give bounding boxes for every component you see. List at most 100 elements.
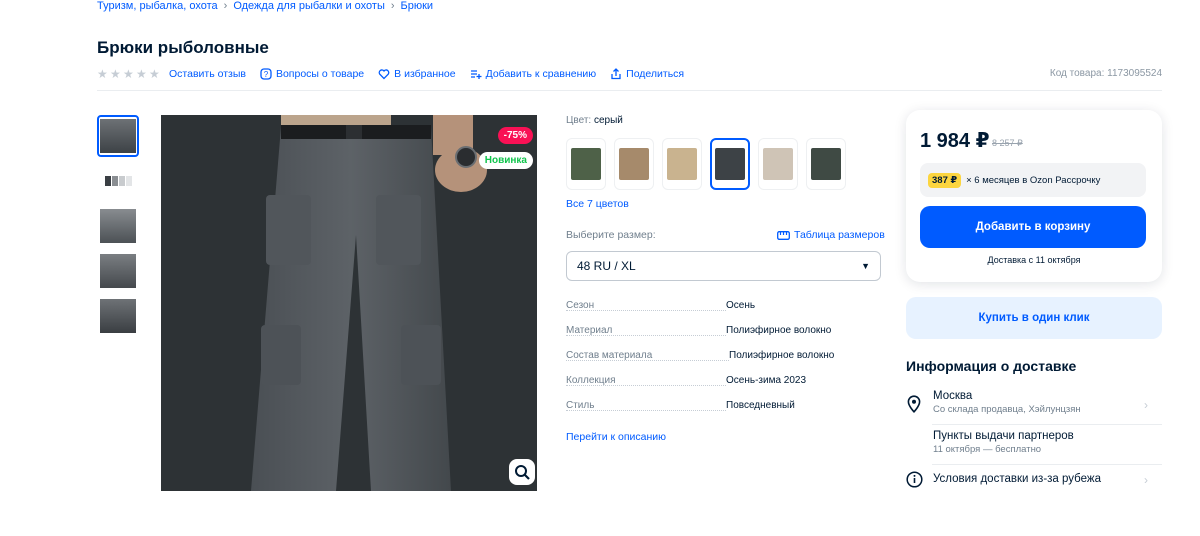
property-row: Стиль Повседневный xyxy=(566,400,881,411)
property-key: Стиль xyxy=(566,400,726,411)
color-value: серый xyxy=(593,115,623,126)
delivery-city-row[interactable]: Москва Со склада продавца, Хэйлунцзян › xyxy=(906,390,1162,424)
property-row: Сезон Осень xyxy=(566,300,881,311)
thumbnail-image xyxy=(100,209,136,243)
share-label: Поделиться xyxy=(626,68,685,80)
color-swatch[interactable] xyxy=(758,138,798,190)
all-colors-link[interactable]: Все 7 цветов xyxy=(566,198,629,210)
rating-stars[interactable]: ★ ★ ★ ★ ★ xyxy=(97,68,161,80)
size-label: Выберите размер: xyxy=(566,229,656,241)
thumbnail-image xyxy=(100,119,136,153)
zoom-icon xyxy=(515,465,530,480)
thumbnail[interactable] xyxy=(97,295,139,337)
pants-illustration xyxy=(161,115,537,491)
thumbnail-image xyxy=(100,254,136,288)
share-link[interactable]: Поделиться xyxy=(610,68,684,80)
abroad-delivery-conditions: Условия доставки из-за рубежа xyxy=(933,473,1101,485)
compare-label: Добавить к сравнению xyxy=(485,68,597,80)
color-swatch[interactable] xyxy=(614,138,654,190)
color-label: Цвет: серый xyxy=(566,115,623,126)
info-icon xyxy=(906,471,923,488)
favorite-label: В избранное xyxy=(394,68,456,80)
swatch-image xyxy=(715,148,745,180)
delivery-abroad-row[interactable]: Условия доставки из-за рубежа › xyxy=(906,471,1162,491)
chevron-right-icon: › xyxy=(223,0,228,12)
compare-icon xyxy=(470,68,482,80)
review-label: Оставить отзыв xyxy=(169,68,246,80)
review-link[interactable]: Оставить отзыв xyxy=(169,68,246,80)
breadcrumb-item-pants[interactable]: Брюки xyxy=(401,0,434,12)
breadcrumb: Туризм, рыбалка, охота › Одежда для рыба… xyxy=(97,0,433,12)
swatch-image xyxy=(763,148,793,180)
property-value: Осень-зима 2023 xyxy=(726,375,807,386)
property-row: Коллекция Осень-зима 2023 xyxy=(566,375,881,386)
color-label-key: Цвет: xyxy=(566,115,592,126)
thumbnail[interactable] xyxy=(97,160,139,202)
color-swatch[interactable] xyxy=(662,138,702,190)
pickup-points: Пункты выдачи партнеров xyxy=(933,430,1074,442)
breadcrumb-item-tourism[interactable]: Туризм, рыбалка, охота xyxy=(97,0,218,12)
ruler-icon xyxy=(777,230,790,240)
page-title: Брюки рыболовные xyxy=(97,38,269,57)
svg-text:?: ? xyxy=(264,70,269,79)
product-actions: ★ ★ ★ ★ ★ Оставить отзыв ? Вопросы о тов… xyxy=(97,66,698,82)
size-selected-value: 48 RU / XL xyxy=(577,259,636,273)
delivery-city: Москва xyxy=(933,390,973,402)
installment-offer[interactable]: 387 ₽ × 6 месяцев в Ozon Рассрочку xyxy=(920,163,1146,197)
star-icon: ★ xyxy=(136,67,147,81)
thumbnail[interactable] xyxy=(97,115,139,157)
color-swatch[interactable] xyxy=(806,138,846,190)
compare-link[interactable]: Добавить к сравнению xyxy=(470,68,597,80)
chevron-right-icon: › xyxy=(390,0,395,12)
location-pin-icon xyxy=(907,395,921,413)
swatch-image xyxy=(619,148,649,180)
new-badge: Новинка xyxy=(478,152,533,169)
heart-icon xyxy=(378,68,390,80)
breadcrumb-item-clothing[interactable]: Одежда для рыбалки и охоты xyxy=(233,0,385,12)
to-description-link[interactable]: Перейти к описанию xyxy=(566,431,666,443)
star-icon: ★ xyxy=(123,67,134,81)
divider xyxy=(932,464,1162,465)
product-code: Код товара: 1173095524 xyxy=(1049,68,1162,79)
image-search-button[interactable] xyxy=(509,459,535,485)
delivery-city-source: Со склада продавца, Хэйлунцзян xyxy=(933,404,1081,415)
property-key: Состав материала xyxy=(566,350,729,361)
property-value: Повседневный xyxy=(726,400,795,411)
star-icon: ★ xyxy=(110,67,121,81)
favorite-link[interactable]: В избранное xyxy=(378,68,456,80)
star-icon: ★ xyxy=(149,67,160,81)
discount-badge: -75% xyxy=(497,127,533,144)
size-table-label: Таблица размеров xyxy=(794,229,885,241)
price-card: 1 984 ₽ 8 257 ₽ 387 ₽ × 6 месяцев в Ozon… xyxy=(906,110,1162,282)
property-row: Материал Полиэфирное волокно xyxy=(566,325,881,336)
thumbnail[interactable] xyxy=(97,205,139,247)
question-icon: ? xyxy=(260,68,272,80)
questions-label: Вопросы о товаре xyxy=(275,68,365,80)
size-table-link[interactable]: Таблица размеров xyxy=(777,229,885,241)
swatch-image xyxy=(667,148,697,180)
property-value: Полиэфирное волокно xyxy=(729,350,835,361)
add-to-cart-button[interactable]: Добавить в корзину xyxy=(920,206,1146,248)
caret-down-icon: ▼ xyxy=(861,261,870,271)
buy-one-click-button[interactable]: Купить в один клик xyxy=(906,297,1162,339)
star-icon: ★ xyxy=(97,67,108,81)
share-icon xyxy=(610,68,622,80)
delivery-pickup-row[interactable]: Пункты выдачи партнеров 11 октября — бес… xyxy=(906,430,1162,464)
thumbnail-image xyxy=(100,299,136,333)
color-swatch[interactable] xyxy=(566,138,606,190)
property-key: Коллекция xyxy=(566,375,726,386)
thumbnail-image xyxy=(104,176,132,186)
divider xyxy=(97,90,1162,91)
delivery-info-heading: Информация о доставке xyxy=(906,358,1077,374)
size-select[interactable]: 48 RU / XL ▼ xyxy=(566,251,881,281)
chevron-right-icon: › xyxy=(1144,473,1148,487)
product-image[interactable]: -75% Новинка xyxy=(161,115,537,491)
swatch-image xyxy=(571,148,601,180)
old-price: 8 257 ₽ xyxy=(992,138,1023,148)
questions-link[interactable]: ? Вопросы о товаре xyxy=(260,68,364,80)
property-key: Сезон xyxy=(566,300,726,311)
color-swatch-selected[interactable] xyxy=(710,138,750,190)
delivery-date: Доставка с 11 октября xyxy=(987,255,1081,265)
thumbnail[interactable] xyxy=(97,250,139,292)
chevron-right-icon: › xyxy=(1144,398,1148,412)
